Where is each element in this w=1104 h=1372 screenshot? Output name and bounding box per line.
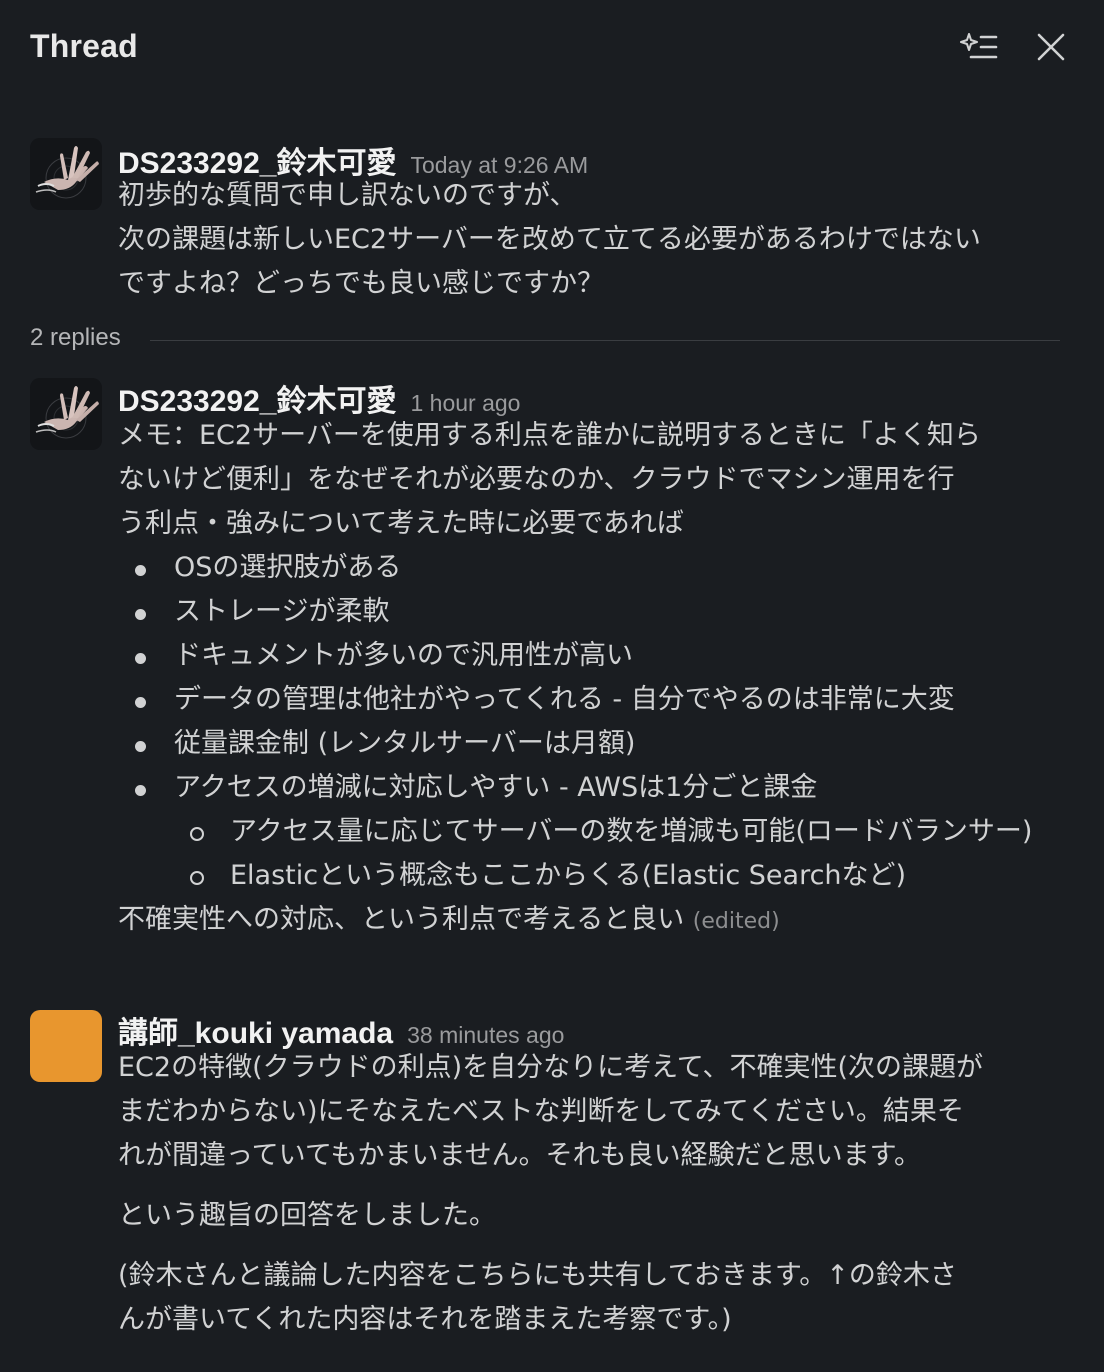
message-line: という趣旨の回答をしました。 [118,1200,496,1231]
avatar-hand-image [30,138,102,210]
close-button[interactable] [1030,28,1072,70]
timestamp[interactable]: 38 minutes ago [407,1022,564,1048]
close-icon [1036,32,1066,66]
sub-list-item: アクセス量に応じてサーバーの数を増減も可能(ロードバランサー) [118,810,1078,854]
list-item: アクセスの増減に対応しやすい - AWSは1分ごと課金 [118,766,1078,810]
list-item: データの管理は他社がやってくれる - 自分でやるのは非常に大変 [118,678,1078,722]
list-item: 従量課金制 (レンタルサーバーは月額) [118,722,1078,766]
avatar[interactable] [30,138,102,210]
list-item: ドキュメントが多いので汎用性が高い [118,634,1078,678]
edited-label: (edited) [692,909,780,934]
message-line: ないけど便利」をなぜそれが必要なのか、クラウドでマシン運用を行 [118,464,955,495]
message-line: (鈴木さんと議論した内容をこちらにも共有しておきます。↑の鈴木さ [118,1260,957,1291]
avatar[interactable] [30,378,102,450]
message-line: メモ：EC2サーバーを使用する利点を誰かに説明するときに「よく知ら [118,420,981,451]
thread-header: Thread [0,0,1104,100]
closing-text: 不確実性への対応、という利点で考えると良い [118,904,685,935]
list-item: OSの選択肢がある [118,546,1078,590]
message-text: 初歩的な質問で申し訳ないのですが、 次の課題は新しいEC2サーバーを改めて立てる… [118,174,1078,306]
message-line: まだわからない)にそなえたベストな判断をしてみてください。結果そ [118,1096,964,1127]
ai-summary-button[interactable] [958,28,1000,70]
message-line: う利点・強みについて考えた時に必要であれば [118,508,684,539]
sparkle-list-icon [960,32,998,66]
thread-title: Thread [30,28,138,64]
divider-line [150,340,1060,341]
avatar[interactable] [30,1010,102,1082]
sub-list-item: Elasticという概念もここからくる(Elastic Searchなど) [118,854,1078,898]
avatar-hand-image [30,378,102,450]
replies-count: 2 replies [30,324,121,351]
message-line: れが間違っていてもかまいません。それも良い経験だと思います。 [118,1140,921,1171]
message-closing: 不確実性への対応、という利点で考えると良い (edited) [118,898,1078,944]
bullet-list: OSの選択肢がある ストレージが柔軟 ドキュメントが多いので汎用性が高い データ… [118,546,1078,810]
message-line: EC2の特徴(クラウドの利点)を自分なりに考えて、不確実性(次の課題が [118,1052,983,1083]
timestamp[interactable]: 1 hour ago [410,390,520,416]
message-line: 初歩的な質問で申し訳ないのですが、 [118,180,577,211]
message-line: んが書いてくれた内容はそれを踏まえた考察です。) [118,1304,732,1335]
message-text: メモ：EC2サーバーを使用する利点を誰かに説明するときに「よく知ら ないけど便利… [118,414,1078,944]
message-text: EC2の特徴(クラウドの利点)を自分なりに考えて、不確実性(次の課題が まだわか… [118,1046,1078,1342]
sub-bullet-list: アクセス量に応じてサーバーの数を増減も可能(ロードバランサー) Elasticと… [118,810,1078,898]
message-line: 次の課題は新しいEC2サーバーを改めて立てる必要があるわけではない [118,224,981,255]
list-item: ストレージが柔軟 [118,590,1078,634]
message-line: ですよね？どっちでも良い感じですか？ [118,268,604,299]
replies-divider: 2 replies [30,322,1060,362]
